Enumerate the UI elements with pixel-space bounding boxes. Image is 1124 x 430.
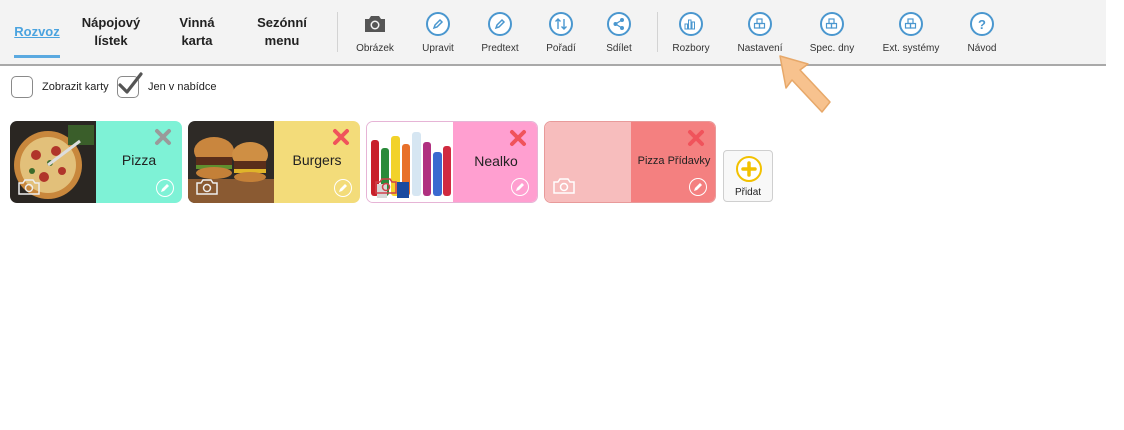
camera-icon[interactable] bbox=[375, 178, 397, 194]
add-category-button[interactable]: Přidat bbox=[723, 150, 773, 202]
camera-icon[interactable] bbox=[18, 179, 40, 195]
add-button-label: Přidat bbox=[734, 187, 762, 198]
help-button[interactable]: ? Návod bbox=[951, 0, 1013, 64]
external-systems-button[interactable]: Ext. systémy bbox=[880, 0, 942, 64]
edit-icon[interactable] bbox=[334, 179, 352, 197]
image-button[interactable]: Obrázek bbox=[344, 0, 406, 64]
camera-icon bbox=[363, 12, 387, 36]
show-cards-filter: Zobrazit karty bbox=[11, 73, 109, 101]
order-button[interactable]: Pořadí bbox=[530, 0, 592, 64]
category-card-burgers[interactable]: Burgers bbox=[188, 121, 360, 203]
tab-label: Rozvoz bbox=[14, 24, 60, 39]
share-icon bbox=[607, 12, 631, 36]
toolbar-label: Rozbory bbox=[672, 43, 710, 54]
only-in-offer-filter: Jen v nabídce bbox=[117, 72, 217, 101]
show-cards-checkbox[interactable] bbox=[11, 76, 33, 98]
edit-button[interactable]: Upravit bbox=[407, 0, 469, 64]
delete-icon[interactable] bbox=[331, 127, 351, 147]
category-card-pizza[interactable]: Pizza bbox=[10, 121, 182, 203]
delete-icon[interactable] bbox=[686, 128, 706, 148]
tab-vinna-karta[interactable]: Vinná karta bbox=[162, 0, 232, 64]
category-name: Pizza bbox=[121, 152, 157, 168]
toolbar-divider bbox=[657, 12, 658, 52]
delete-icon[interactable] bbox=[508, 128, 528, 148]
bar-chart-icon bbox=[679, 12, 703, 36]
blocks-icon bbox=[820, 12, 844, 36]
toolbar-label: Sdílet bbox=[606, 43, 632, 54]
edit-icon[interactable] bbox=[689, 178, 707, 196]
checkmark-icon bbox=[118, 72, 143, 94]
toolbar-label: Obrázek bbox=[356, 43, 394, 54]
toolbar-label: Predtext bbox=[481, 43, 519, 54]
toolbar-label: Upravit bbox=[422, 43, 454, 54]
top-toolbar: Rozvoz Nápojový lístek Vinná karta Sezónní… bbox=[0, 0, 1106, 66]
toolbar-label: Nastavení bbox=[737, 43, 783, 54]
edit-icon[interactable] bbox=[511, 178, 529, 196]
camera-icon[interactable] bbox=[196, 179, 218, 195]
category-card-pizza-pridavky[interactable]: Pizza Přídavky bbox=[544, 121, 716, 203]
toolbar-label: Pořadí bbox=[546, 43, 576, 54]
analysis-button[interactable]: Rozbory bbox=[660, 0, 722, 64]
plus-icon bbox=[736, 156, 762, 182]
share-button[interactable]: Sdílet bbox=[588, 0, 650, 64]
checkbox-label: Jen v nabídce bbox=[148, 81, 217, 93]
category-name: Burgers bbox=[292, 152, 342, 168]
delete-icon[interactable] bbox=[153, 127, 173, 147]
tab-label: Nápojový lístek bbox=[81, 15, 141, 48]
toolbar-label: Spec. dny bbox=[809, 43, 855, 54]
category-name: Pizza Přídavky bbox=[637, 155, 711, 167]
edit-icon[interactable] bbox=[156, 179, 174, 197]
tab-rozvoz[interactable]: Rozvoz bbox=[6, 0, 68, 64]
tab-label: Sezónní menu bbox=[257, 15, 307, 48]
category-card-nealko[interactable]: Nealko bbox=[366, 121, 538, 203]
tab-label: Vinná karta bbox=[179, 15, 215, 48]
camera-icon[interactable] bbox=[553, 178, 575, 194]
question-icon: ? bbox=[970, 12, 994, 36]
pretext-button[interactable]: Predtext bbox=[469, 0, 531, 64]
tab-napojovy-listek[interactable]: Nápojový lístek bbox=[76, 0, 146, 64]
only-in-offer-checkbox[interactable] bbox=[117, 72, 143, 98]
pencil-icon bbox=[488, 12, 512, 36]
tab-sezonni-menu[interactable]: Sezónní menu bbox=[246, 0, 318, 64]
toolbar-divider bbox=[337, 12, 338, 52]
checkbox-label: Zobrazit karty bbox=[42, 81, 109, 93]
blocks-icon bbox=[899, 12, 923, 36]
toolbar-label: Návod bbox=[967, 43, 997, 54]
pencil-icon bbox=[426, 12, 450, 36]
toolbar-label: Ext. systémy bbox=[882, 43, 940, 54]
category-name: Nealko bbox=[474, 153, 518, 169]
sort-arrows-icon bbox=[549, 12, 573, 36]
pointer-arrow-icon bbox=[779, 55, 831, 113]
blocks-icon bbox=[748, 12, 772, 36]
